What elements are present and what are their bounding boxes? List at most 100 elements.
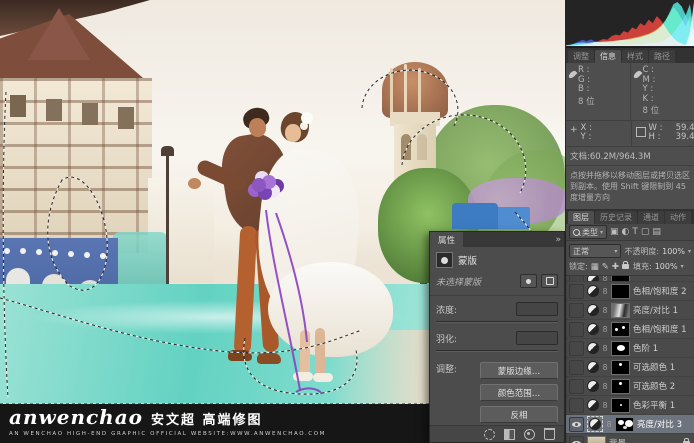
filter-adjustment-icon[interactable]: ◐ <box>622 226 630 238</box>
layer-row[interactable]: 8可选颜色 1 <box>566 358 694 377</box>
layers-list: 88色相/饱和度 28亮度/对比 18色相/饱和度 18色阶 18可选颜色 18… <box>566 276 694 443</box>
mask-edge-button[interactable]: 蒙版边缘… <box>480 362 558 379</box>
layer-name[interactable]: 色彩平衡 1 <box>633 399 691 411</box>
visibility-empty-well[interactable] <box>569 322 584 337</box>
rgb-readout: R :G :B :8 位 <box>566 63 630 120</box>
properties-titlebar: 属性 » <box>430 232 564 247</box>
filter-type-icon[interactable]: T <box>632 226 638 238</box>
adjustment-layer-icon[interactable] <box>587 304 599 316</box>
tool-hint-text: 点按并拖移以移动图层或拷贝选区到副本。使用 Shift 键限制到 45 度增量方… <box>566 166 694 207</box>
fill-value[interactable]: 100% <box>655 262 678 271</box>
layer-mask-thumbnail[interactable] <box>611 341 630 356</box>
blend-mode-select[interactable]: 正常 ▾ <box>569 244 621 258</box>
adjust-label: 调整: <box>436 362 476 423</box>
adjustment-layer-icon[interactable] <box>587 285 599 297</box>
tab-信息[interactable]: 信息 <box>595 50 621 63</box>
lock-pixels-icon[interactable]: ✎ <box>602 262 609 272</box>
load-selection-from-mask-icon[interactable] <box>484 429 495 440</box>
cursor-xy: + X : Y : <box>566 121 631 146</box>
filter-pixel-icon[interactable]: ▣ <box>610 226 619 238</box>
density-input[interactable] <box>516 302 558 316</box>
selection-wh: W :59.4 H :39.4 <box>631 121 694 146</box>
mask-status-row: 未选择蒙版 <box>430 271 564 296</box>
layer-mask-thumbnail[interactable] <box>611 398 630 413</box>
eyedropper-icon <box>632 70 642 80</box>
filter-shape-icon[interactable]: ▢ <box>641 226 650 238</box>
layer-mask-thumbnail[interactable] <box>611 322 630 337</box>
adjustment-layer-icon[interactable] <box>587 399 599 411</box>
visibility-empty-well[interactable] <box>569 398 584 413</box>
layer-name[interactable]: 背景 <box>609 437 680 443</box>
adjust-area: 调整: 蒙版边缘… 颜色范围… 反相 <box>430 354 564 425</box>
layer-row[interactable]: 8可选颜色 2 <box>566 377 694 396</box>
opacity-value[interactable]: 100% <box>662 247 685 256</box>
layer-mask-thumbnail[interactable] <box>615 417 634 432</box>
layer-name[interactable]: 色相/饱和度 2 <box>633 285 691 297</box>
blend-row: 正常 ▾ 不透明度: 100% ▾ <box>566 241 694 259</box>
tab-历史记录[interactable]: 历史记录 <box>595 211 637 224</box>
lock-all-icon[interactable] <box>622 264 629 269</box>
filter-kind-dropdown[interactable]: 类型 ▾ <box>569 225 607 239</box>
layer-mask-thumbnail[interactable] <box>611 379 630 394</box>
histogram-cyan-channel <box>566 2 694 46</box>
opacity-label: 不透明度: <box>624 246 659 257</box>
add-vector-mask-button[interactable] <box>541 274 558 288</box>
collapse-panel-icon[interactable]: » <box>555 235 560 245</box>
layer-row-background[interactable]: 背景 <box>566 434 694 443</box>
link-icon: 8 <box>602 401 608 410</box>
layer-name[interactable]: 亮度/对比 3 <box>637 418 691 430</box>
adjustment-layer-icon[interactable] <box>587 380 599 392</box>
tab-图层[interactable]: 图层 <box>568 211 594 224</box>
layer-row[interactable]: 8色阶 1 <box>566 339 694 358</box>
layer-row[interactable]: 8色相/饱和度 1 <box>566 320 694 339</box>
color-range-button[interactable]: 颜色范围… <box>480 384 558 401</box>
lock-transparency-icon[interactable]: ▦ <box>591 262 599 272</box>
layer-row[interactable]: 8 色相/饱和度 2 <box>566 282 694 301</box>
mask-badge-icon <box>436 252 453 268</box>
layer-name[interactable]: 色阶 1 <box>633 342 691 354</box>
layer-row[interactable]: 8亮度/对比 3 <box>566 415 694 434</box>
tab-样式[interactable]: 样式 <box>622 50 648 63</box>
lock-position-icon[interactable]: ✚ <box>612 262 619 272</box>
visibility-empty-well[interactable] <box>569 341 584 356</box>
feather-input[interactable] <box>516 331 558 345</box>
density-slider[interactable] <box>436 321 558 323</box>
layer-name[interactable]: 色相/饱和度 1 <box>633 323 691 335</box>
link-icon: 8 <box>602 287 608 296</box>
layer-mask-thumbnail[interactable] <box>611 360 630 375</box>
apply-mask-icon[interactable] <box>504 429 515 440</box>
tab-调整[interactable]: 调整 <box>568 50 594 63</box>
add-pixel-mask-button[interactable] <box>520 274 537 288</box>
adjustment-layer-icon[interactable] <box>587 323 599 335</box>
layer-name[interactable]: 可选颜色 2 <box>633 380 691 392</box>
visibility-eye-icon[interactable] <box>569 417 584 432</box>
tab-动作[interactable]: 动作 <box>665 211 691 224</box>
crosshair-icon: + <box>570 126 578 143</box>
visibility-empty-well[interactable] <box>569 360 584 375</box>
disable-mask-icon[interactable] <box>524 429 535 440</box>
adjustment-layer-icon[interactable] <box>589 418 601 430</box>
layer-mask-thumbnail[interactable] <box>611 284 630 299</box>
adjustment-layer-icon[interactable] <box>587 361 599 373</box>
filter-smartobject-icon[interactable]: ▤ <box>652 226 661 238</box>
layer-row[interactable]: 8 色彩平衡 1 <box>566 396 694 415</box>
layer-name[interactable]: 亮度/对比 1 <box>633 304 691 316</box>
layer-thumbnail[interactable] <box>587 436 606 443</box>
feather-slider[interactable] <box>436 350 558 352</box>
invert-button[interactable]: 反相 <box>480 406 558 423</box>
tab-通道[interactable]: 通道 <box>638 211 664 224</box>
selection-height: 39.4 <box>676 133 694 143</box>
layer-name[interactable]: 可选颜色 1 <box>633 361 691 373</box>
layer-mask-thumbnail[interactable] <box>611 303 630 318</box>
delete-mask-icon[interactable] <box>544 428 555 440</box>
visibility-eye-icon[interactable] <box>569 436 584 443</box>
adjustment-layer-icon[interactable] <box>587 342 599 354</box>
mask-status-text: 未选择蒙版 <box>436 275 516 288</box>
tab-properties[interactable]: 属性 <box>430 232 463 247</box>
layer-row[interactable]: 8亮度/对比 1 <box>566 301 694 320</box>
visibility-empty-well[interactable] <box>569 379 584 394</box>
visibility-empty-well[interactable] <box>569 303 584 318</box>
visibility-empty-well[interactable] <box>569 284 584 299</box>
feather-label: 羽化: <box>436 332 457 345</box>
tab-路径[interactable]: 路径 <box>649 50 675 63</box>
